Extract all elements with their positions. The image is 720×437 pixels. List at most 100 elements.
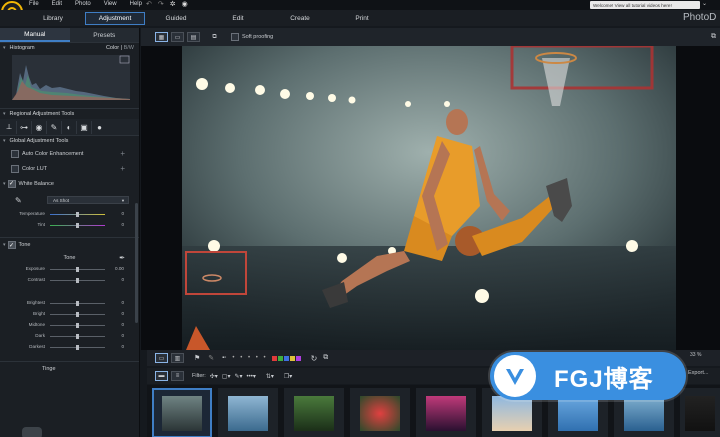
contrast-value[interactable]: 0 (114, 277, 124, 282)
tint-value[interactable]: 0 (114, 222, 124, 227)
eyedropper-icon[interactable]: ✎ (15, 196, 22, 205)
list-view-icon[interactable]: ≡ (171, 371, 184, 381)
export-button[interactable]: Export... (688, 370, 708, 376)
spot-removal-icon[interactable]: ⊶ (17, 120, 32, 134)
star-rating[interactable]: • • • • • (232, 355, 267, 361)
tab-create[interactable]: Create (286, 12, 314, 25)
tab-presets[interactable]: Presets (69, 28, 139, 42)
exposure-value[interactable]: 0.00 (114, 266, 124, 271)
rotate-icon[interactable]: ↻ (311, 354, 318, 363)
wb-preset-select[interactable]: As Shot ▼ (47, 196, 129, 204)
filter-group-icon[interactable]: ✣▾ (210, 373, 218, 380)
gradient-mask-icon[interactable]: ◐ (62, 120, 77, 134)
thumbnail[interactable] (284, 388, 344, 437)
filter-select-icon[interactable]: ▢▾ (222, 373, 231, 380)
export-icon[interactable]: ⧉ (323, 354, 328, 362)
brightest-slider[interactable]: Brightest 0 (0, 298, 139, 309)
collapse-arrow-icon[interactable]: ▾ (3, 111, 6, 117)
thumbnail[interactable] (350, 388, 410, 437)
purple-label-icon[interactable] (295, 355, 301, 361)
auto-color-row[interactable]: Auto Color Enhancement + (0, 146, 139, 161)
add-icon[interactable]: + (120, 164, 125, 173)
menu-edit[interactable]: Edit (52, 1, 62, 7)
settings-icon[interactable]: ✲ (170, 0, 176, 8)
menu-view[interactable]: View (104, 1, 117, 7)
soft-proofing-checkbox[interactable] (231, 33, 239, 41)
fit-view-icon[interactable]: ▭ (155, 353, 168, 363)
thumbnail[interactable] (152, 388, 212, 437)
filmstrip-view-icon[interactable]: ▬ (155, 371, 168, 381)
tab-print[interactable]: Print (350, 12, 374, 25)
color-labels[interactable] (271, 355, 301, 361)
tinge-row[interactable]: Tinge (0, 361, 139, 376)
temperature-slider[interactable]: Temperature 0 (0, 209, 139, 220)
compare-icon[interactable]: ⧉ (208, 32, 221, 42)
tab-adjustment[interactable]: Adjustment (85, 12, 145, 25)
crop-icon[interactable]: ⟂ (2, 120, 17, 134)
pen-icon[interactable]: ✎ (208, 354, 214, 362)
tab-edit[interactable]: Edit (226, 12, 250, 25)
histogram-color-toggle[interactable]: Color (106, 45, 119, 51)
add-icon[interactable]: + (120, 149, 125, 158)
red-label-icon[interactable] (271, 355, 277, 361)
exposure-slider[interactable]: Exposure 0.00 (0, 264, 139, 275)
bright-value[interactable]: 0 (114, 311, 124, 316)
thumbnail[interactable] (680, 388, 720, 437)
rating-icon[interactable]: ▪▫ (222, 355, 226, 361)
bright-slider[interactable]: Bright 0 (0, 309, 139, 320)
midtone-value[interactable]: 0 (114, 322, 124, 327)
undo-icon[interactable]: ↶ (146, 0, 152, 8)
darkest-value[interactable]: 0 (114, 344, 124, 349)
red-eye-icon[interactable]: ◉ (32, 120, 47, 134)
filter-rating-icon[interactable]: •••▾ (247, 373, 256, 380)
before-after-icon[interactable]: ▦ (155, 32, 168, 42)
midtone-slider[interactable]: Midtone 0 (0, 320, 139, 331)
thumbnail[interactable] (416, 388, 476, 437)
brush-icon[interactable]: ✎ (47, 120, 62, 134)
green-label-icon[interactable] (277, 355, 283, 361)
tone-checkbox[interactable]: ✓ (7, 241, 16, 249)
temperature-value[interactable]: 0 (114, 211, 124, 216)
eyedropper-icon[interactable]: ✒ (119, 254, 125, 262)
menu-photo[interactable]: Photo (75, 1, 91, 7)
radial-gradient-icon[interactable]: ● (92, 121, 107, 134)
white-balance-checkbox[interactable]: ✓ (7, 179, 16, 188)
thumbnail[interactable] (218, 388, 278, 437)
popout-icon[interactable]: ⧉ (711, 33, 716, 41)
grid-view-icon[interactable]: ▤ (187, 32, 200, 42)
sort-icon[interactable]: ⇅▾ (266, 373, 274, 380)
menu-file[interactable]: File (29, 1, 39, 7)
yellow-label-icon[interactable] (289, 355, 295, 361)
tab-manual[interactable]: Manual (0, 28, 70, 42)
welcome-banner[interactable]: Welcome! View all tutorial videos here! (590, 1, 700, 9)
color-lut-checkbox[interactable] (11, 164, 19, 173)
dark-value[interactable]: 0 (114, 333, 124, 338)
tab-library[interactable]: Library (38, 12, 68, 25)
contrast-slider[interactable]: Contrast 0 (0, 275, 139, 286)
menu-help[interactable]: Help (130, 1, 142, 7)
histogram-header[interactable]: ▾ Histogram Color | B/W (0, 42, 139, 53)
darkest-slider[interactable]: Darkest 0 (0, 342, 139, 353)
tone-row[interactable]: ▾ ✓ Tone (0, 237, 139, 252)
compare-view-icon[interactable]: ▥ (171, 353, 184, 363)
zoom-level[interactable]: 33 % (690, 352, 701, 358)
collapse-arrow-icon[interactable]: ▾ (3, 138, 6, 144)
brightest-value[interactable]: 0 (114, 300, 124, 305)
linear-gradient-icon[interactable]: ▣ (77, 120, 92, 134)
global-tools-header[interactable]: ▾ Global Adjustment Tools (0, 135, 139, 146)
color-lut-row[interactable]: Color LUT + (0, 161, 139, 176)
collapse-arrow-icon[interactable]: ▾ (3, 242, 6, 248)
banner-close-icon[interactable]: ⌄ (702, 0, 707, 7)
histogram-bw-toggle[interactable]: B/W (124, 45, 134, 51)
filter-edit-icon[interactable]: ✎▾ (234, 373, 242, 380)
dark-slider[interactable]: Dark 0 (0, 331, 139, 342)
camera-icon[interactable]: ◉ (182, 0, 188, 8)
redo-icon[interactable]: ↷ (158, 0, 164, 8)
stack-icon[interactable]: ❐▾ (284, 373, 292, 380)
collapse-arrow-icon[interactable]: ▾ (3, 181, 6, 187)
single-view-icon[interactable]: ▭ (171, 32, 184, 42)
white-balance-row[interactable]: ▾ ✓ White Balance (0, 176, 139, 191)
blue-label-icon[interactable] (283, 355, 289, 361)
photo-canvas[interactable] (141, 46, 720, 350)
auto-color-checkbox[interactable] (11, 149, 19, 158)
